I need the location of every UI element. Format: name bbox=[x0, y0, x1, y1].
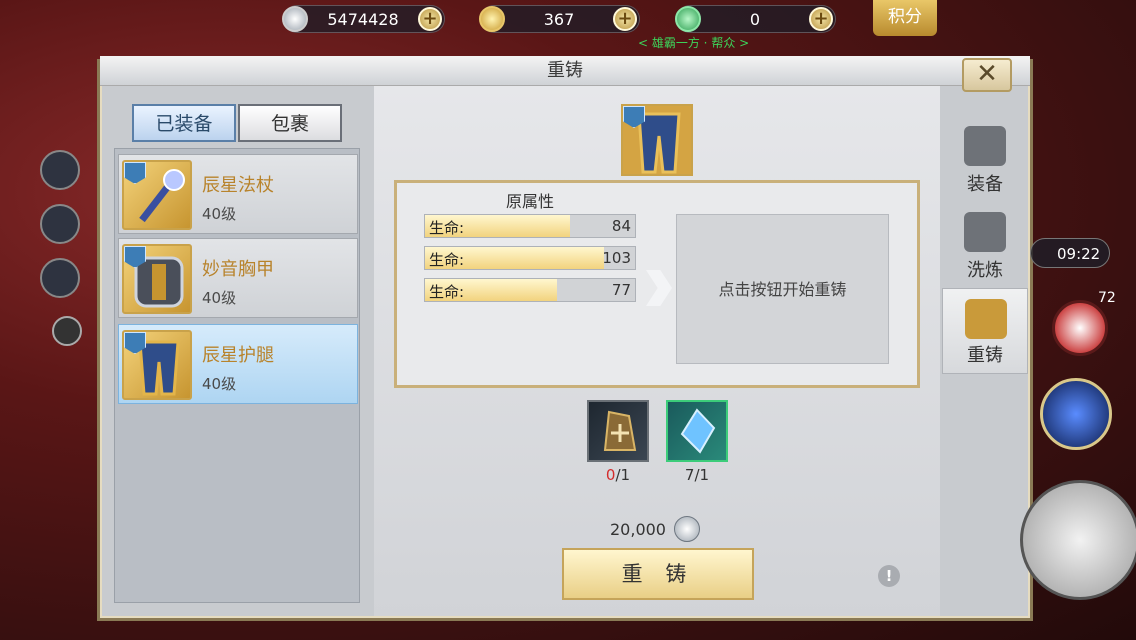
skill-icon[interactable] bbox=[40, 150, 80, 190]
tab-label: 装备 bbox=[967, 174, 1003, 195]
staff-icon bbox=[122, 160, 192, 230]
item-name: 辰星法杖 bbox=[202, 175, 274, 196]
lightning-skill-icon[interactable] bbox=[1040, 378, 1112, 450]
list-item[interactable]: 辰星法杖 40级 bbox=[118, 154, 358, 234]
material-count: 0/1 bbox=[587, 466, 649, 484]
recast-result-hint: 点击按钮开始重铸 bbox=[676, 214, 889, 364]
emote-icon[interactable] bbox=[52, 316, 82, 346]
tab-label: 洗炼 bbox=[967, 260, 1003, 281]
bound-amount: 0 bbox=[749, 9, 761, 29]
window-title: 重铸 bbox=[547, 60, 583, 81]
crystal-material-icon bbox=[680, 408, 716, 454]
tab-equip[interactable]: 装备 bbox=[942, 116, 1028, 202]
attribute-value: 103 bbox=[602, 249, 631, 267]
chest-armor-icon bbox=[122, 244, 192, 314]
gold-coin-icon bbox=[479, 6, 505, 32]
attribute-label: 生命: bbox=[429, 283, 465, 301]
list-item[interactable]: 妙音胸甲 40级 bbox=[118, 238, 358, 318]
attribute-row: 生命: 103 bbox=[424, 246, 636, 270]
stone-material-icon bbox=[603, 410, 637, 451]
close-button[interactable]: ✕ bbox=[962, 58, 1012, 92]
info-icon[interactable]: ! bbox=[878, 565, 900, 587]
anvil-icon bbox=[965, 299, 1007, 339]
tab-label: 重铸 bbox=[967, 345, 1003, 366]
attribute-label: 生命: bbox=[429, 219, 465, 237]
original-attributes-title: 原属性 bbox=[506, 192, 555, 211]
bound-coin-icon bbox=[675, 6, 701, 32]
item-name: 妙音胸甲 bbox=[202, 259, 274, 280]
selected-item-icon bbox=[621, 104, 693, 176]
material-need: /1 bbox=[615, 466, 631, 484]
material-slot[interactable] bbox=[587, 400, 649, 462]
attribute-label: 生命: bbox=[429, 251, 465, 269]
attribute-value: 84 bbox=[611, 217, 631, 235]
leg-armor-icon bbox=[122, 330, 192, 400]
orb-count: 72 bbox=[1098, 290, 1116, 306]
skill-icon[interactable] bbox=[40, 258, 80, 298]
item-level: 40级 bbox=[202, 375, 237, 393]
skill-icon[interactable] bbox=[40, 204, 80, 244]
add-silver-button[interactable]: + bbox=[418, 7, 442, 31]
add-gold-button[interactable]: + bbox=[613, 7, 637, 31]
material-count: 7/1 bbox=[666, 466, 728, 484]
armor-icon bbox=[964, 126, 1006, 166]
silver-coin-icon bbox=[282, 6, 308, 32]
recast-button[interactable]: 重 铸 bbox=[562, 548, 754, 600]
attribute-row: 生命: 84 bbox=[424, 214, 636, 238]
clock: 09:22 bbox=[1030, 238, 1110, 268]
tab-refine[interactable]: 洗炼 bbox=[942, 202, 1028, 288]
item-name: 辰星护腿 bbox=[202, 345, 274, 366]
tab-bag[interactable]: 包裹 bbox=[238, 104, 342, 142]
bound-currency: 0 + bbox=[675, 5, 836, 33]
tab-equipped[interactable]: 已装备 bbox=[132, 104, 236, 142]
add-bound-button[interactable]: + bbox=[809, 7, 833, 31]
attribute-value: 77 bbox=[611, 281, 631, 299]
item-level: 40级 bbox=[202, 205, 237, 223]
gold-currency: 367 + bbox=[479, 5, 640, 33]
gourd-icon[interactable] bbox=[1052, 300, 1108, 356]
points-button[interactable]: 积分 bbox=[873, 0, 937, 36]
silver-currency: 5474428 + bbox=[282, 5, 445, 33]
list-item[interactable]: 辰星护腿 40级 bbox=[118, 324, 358, 404]
attribute-row: 生命: 77 bbox=[424, 278, 636, 302]
silver-amount: 5474428 bbox=[327, 9, 399, 29]
material-need: /1 bbox=[694, 466, 710, 484]
gold-amount: 367 bbox=[543, 9, 575, 29]
guild-title: < 雄霸一方 · 帮众 > bbox=[638, 36, 750, 50]
material-slot[interactable] bbox=[666, 400, 728, 462]
tab-recast[interactable]: 重铸 bbox=[942, 288, 1028, 374]
recast-cost: 20,000 bbox=[610, 520, 666, 539]
cauldron-icon bbox=[964, 212, 1006, 252]
item-level: 40级 bbox=[202, 289, 237, 307]
silver-coin-icon bbox=[674, 516, 700, 542]
attack-button[interactable] bbox=[1020, 480, 1136, 600]
